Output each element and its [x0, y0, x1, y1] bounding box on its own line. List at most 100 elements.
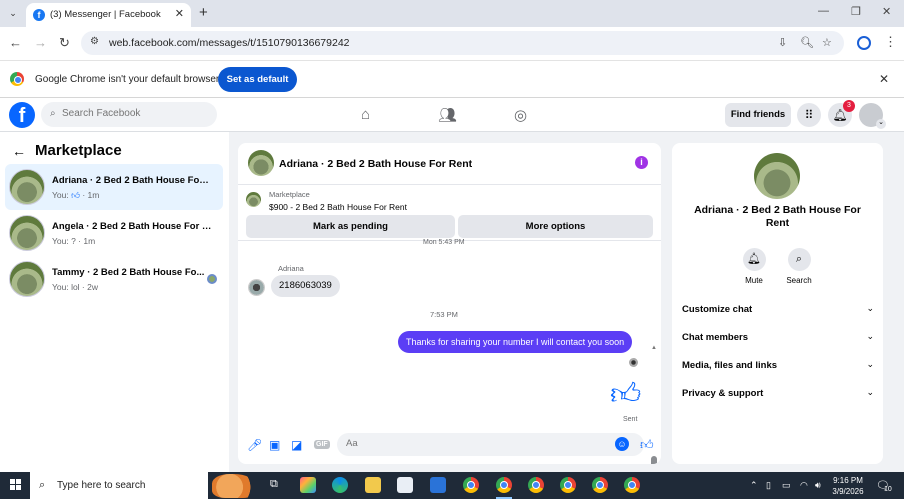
more-options-button[interactable]: More options	[458, 215, 653, 238]
gif-icon[interactable]: GIF	[314, 440, 330, 449]
browser-tab[interactable]: f (3) Messenger | Facebook ✕	[26, 3, 191, 27]
media-files-links-section[interactable]: Media, files and links ⌄	[682, 356, 876, 376]
edge-icon[interactable]	[332, 477, 348, 493]
chrome-taskbar-icon[interactable]	[592, 477, 608, 493]
listing-price[interactable]: $900 - 2 Bed 2 Bath House For Rent	[269, 202, 407, 212]
mark-as-pending-button[interactable]: Mark as pending	[246, 215, 455, 238]
home-icon[interactable]: ⌂	[361, 106, 370, 123]
chevron-down-icon: ⌄	[866, 387, 874, 397]
conversation-info-icon[interactable]: i	[635, 156, 648, 169]
show-hidden-icons-icon[interactable]: ⌃	[750, 480, 758, 491]
search-conversation-button[interactable]: ⌕ Search	[779, 248, 819, 285]
scroll-up-icon[interactable]: ▲	[651, 345, 657, 351]
thumbs-up-icon: 👍︎	[71, 190, 80, 200]
url-text[interactable]: web.facebook.com/messages/t/151079013667…	[109, 37, 350, 49]
listing-card: Marketplace $900 - 2 Bed 2 Bath House Fo…	[238, 185, 661, 241]
restore-icon[interactable]: ❐	[851, 5, 861, 18]
microphone-icon[interactable]: 🎤︎	[247, 438, 262, 452]
taskbar-search-text: Type here to search	[57, 480, 146, 491]
privacy-support-section[interactable]: Privacy & support ⌄	[682, 384, 876, 404]
back-arrow-icon[interactable]: ←	[12, 143, 26, 159]
time-separator: 7:53 PM	[430, 310, 458, 319]
attach-image-icon[interactable]: ▣	[269, 438, 280, 452]
message-input[interactable]: ☺	[337, 433, 644, 456]
large-thumbs-up-icon[interactable]: 👍︎	[610, 377, 641, 413]
customize-chat-section[interactable]: Customize chat ⌄	[682, 300, 876, 320]
site-info-icon[interactable]: ⚙	[90, 36, 99, 47]
back-icon[interactable]: ←	[9, 35, 22, 50]
chrome-menu-icon[interactable]: ⋮	[884, 34, 897, 50]
message-input-field[interactable]	[346, 438, 606, 449]
send-like-icon[interactable]: 👍︎	[640, 437, 654, 453]
infobar-message: Google Chrome isn't your default browser	[35, 74, 220, 85]
section-label: Customize chat	[682, 304, 753, 315]
find-friends-button[interactable]: Find friends	[725, 103, 791, 127]
message-status: Sent	[623, 416, 638, 423]
sticker-icon[interactable]: ◪	[291, 438, 302, 452]
battery-icon[interactable]: ▭	[782, 480, 791, 491]
outgoing-message-bubble[interactable]: Thanks for sharing your number I will co…	[398, 331, 633, 353]
microsoft-store-icon[interactable]	[397, 477, 413, 493]
details-avatar[interactable]	[754, 153, 800, 199]
tab-search-icon[interactable]: ⌄	[5, 5, 21, 21]
task-view-icon[interactable]: ⧉	[270, 478, 278, 491]
bookmark-star-icon[interactable]: ☆	[822, 36, 832, 49]
zoom-icon[interactable]: 🔍︎	[800, 36, 814, 49]
search-icon[interactable]: ⌕	[787, 248, 811, 271]
emoji-icon[interactable]: ☺	[615, 437, 629, 451]
chrome-taskbar-icon[interactable]	[528, 477, 544, 493]
reload-icon[interactable]: ↻	[59, 35, 70, 51]
address-bar[interactable]: ⚙ web.facebook.com/messages/t/1510790136…	[81, 31, 844, 55]
chat-title[interactable]: Adriana · 2 Bed 2 Bath House For Rent	[279, 158, 472, 170]
chrome-taskbar-icon[interactable]	[560, 477, 576, 493]
conversation-item[interactable]: Tammy · 2 Bed 2 Bath House Fo... You: lo…	[5, 256, 223, 302]
mute-bell-icon[interactable]: 🔔︎	[742, 248, 766, 271]
copilot-icon[interactable]	[300, 477, 316, 493]
conversation-item[interactable]: Adriana · 2 Bed 2 Bath House For ... You…	[5, 164, 223, 210]
windows-start-icon[interactable]	[10, 479, 22, 491]
mute-button[interactable]: 🔔︎ Mute	[734, 248, 774, 285]
preview-time: · 1m	[82, 190, 100, 200]
conversation-name: Tammy · 2 Bed 2 Bath House Fo...	[52, 267, 205, 278]
chat-members-section[interactable]: Chat members ⌄	[682, 328, 876, 348]
facebook-logo-icon[interactable]: f	[9, 102, 35, 128]
friends-icon[interactable]: 👥︎	[438, 106, 457, 124]
conversation-preview: You: ? · 1m	[52, 236, 96, 246]
wifi-icon[interactable]: ◠	[800, 480, 808, 491]
facebook-search[interactable]: ⌕	[41, 102, 217, 127]
new-tab-icon[interactable]: +	[199, 4, 208, 21]
forward-icon[interactable]: →	[34, 35, 47, 50]
listing-tag: Marketplace	[269, 190, 310, 199]
browser-toolbar: ← → ↻ ⚙ web.facebook.com/messages/t/1510…	[0, 27, 904, 60]
cat-widget-icon[interactable]	[212, 474, 256, 498]
chat-header: Adriana · 2 Bed 2 Bath House For Rent i	[238, 143, 661, 185]
chrome-taskbar-icon[interactable]	[496, 477, 512, 493]
chat-avatar[interactable]	[248, 150, 274, 176]
tab-title: (3) Messenger | Facebook	[50, 9, 161, 20]
file-explorer-icon[interactable]	[365, 477, 381, 493]
tab-close-icon[interactable]: ✕	[175, 7, 184, 20]
incoming-message-bubble[interactable]: 2186063039	[271, 275, 340, 297]
mail-icon[interactable]	[430, 477, 446, 493]
conversation-item[interactable]: Angela · 2 Bed 2 Bath House For R... You…	[5, 210, 223, 256]
groups-icon[interactable]: ◎	[514, 106, 527, 124]
taskbar-search[interactable]: ⌕ Type here to search	[30, 472, 208, 499]
volume-icon[interactable]: 🔊︎	[815, 480, 821, 491]
chrome-taskbar-icon[interactable]	[463, 477, 479, 493]
listing-thumbnail[interactable]	[246, 192, 261, 207]
menu-grid-icon[interactable]: ⠿	[797, 103, 821, 127]
mute-label: Mute	[745, 276, 763, 285]
set-as-default-button[interactable]: Set as default	[218, 67, 297, 92]
account-avatar[interactable]	[859, 103, 886, 129]
sender-avatar[interactable]	[248, 279, 265, 296]
facebook-search-input[interactable]	[62, 108, 212, 119]
minimize-icon[interactable]: —	[818, 5, 829, 17]
chrome-profile-icon[interactable]	[857, 36, 871, 50]
infobar-close-icon[interactable]: ✕	[879, 72, 889, 86]
install-app-icon[interactable]: ⇩	[778, 36, 787, 49]
browser-tab-bar: ⌄ f (3) Messenger | Facebook ✕ + — ❐ ✕	[0, 0, 904, 27]
system-clock[interactable]: 9:16 PM 3/9/2026	[828, 475, 868, 497]
meet-now-icon[interactable]: ▯	[766, 480, 771, 491]
chrome-taskbar-icon[interactable]	[624, 477, 640, 493]
window-close-icon[interactable]: ✕	[882, 5, 891, 18]
